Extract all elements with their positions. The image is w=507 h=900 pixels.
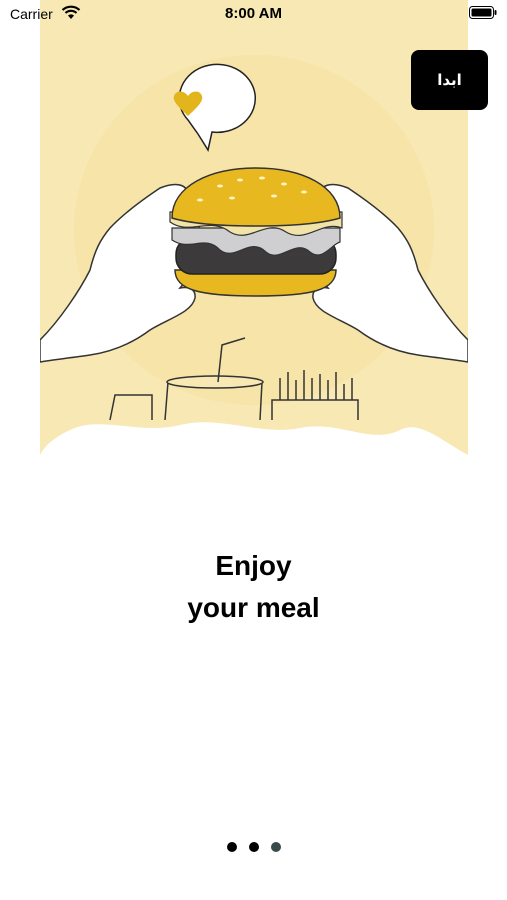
- page-dot-3[interactable]: [270, 842, 281, 852]
- burger-illustration: [40, 0, 468, 455]
- battery-icon: [469, 6, 497, 19]
- status-time: 8:00 AM: [225, 5, 282, 22]
- page-dot-1[interactable]: [226, 842, 237, 852]
- page-indicator: [0, 842, 507, 852]
- onboarding-screen: Carrier 8:00 AM ابدا Enjoy your meal: [0, 0, 507, 900]
- status-bar: Carrier 8:00 AM: [0, 0, 507, 28]
- heading-line-2: your meal: [187, 592, 320, 623]
- onboarding-heading: Enjoy your meal: [0, 545, 507, 629]
- burger: [169, 167, 343, 297]
- heading-line-1: Enjoy: [215, 550, 292, 581]
- start-button[interactable]: ابدا: [411, 50, 488, 110]
- start-button-label: ابدا: [437, 72, 462, 89]
- page-dot-2[interactable]: [248, 842, 259, 852]
